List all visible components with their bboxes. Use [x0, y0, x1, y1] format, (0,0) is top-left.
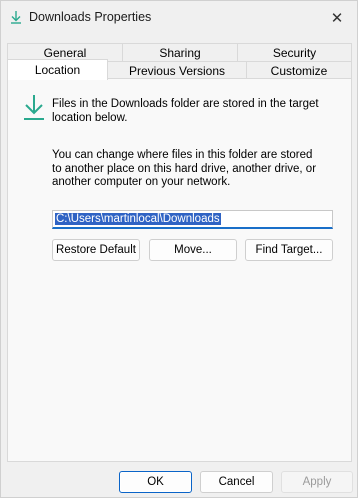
tab-security[interactable]: Security — [237, 43, 352, 62]
tab-sharing[interactable]: Sharing — [122, 43, 238, 62]
panel-background — [8, 79, 351, 461]
close-button[interactable]: ✕ — [323, 5, 351, 31]
download-arrow-icon — [24, 95, 44, 120]
apply-button[interactable]: Apply — [281, 471, 353, 493]
cancel-button[interactable]: Cancel — [200, 471, 273, 493]
tab-label: Location — [34, 63, 81, 77]
find-target-button[interactable]: Find Target... — [245, 239, 333, 261]
tab-label: Sharing — [159, 46, 201, 60]
download-arrow-icon — [11, 11, 21, 24]
button-label: Find Target... — [255, 244, 323, 256]
button-label: Move... — [174, 244, 212, 256]
close-icon: ✕ — [330, 10, 344, 27]
path-selected-text: C:\Users\martinlocal\Downloads — [55, 213, 221, 225]
move-description: You can change where files in this folde… — [52, 149, 317, 188]
tab-label: Customize — [270, 64, 328, 78]
ok-button[interactable]: OK — [119, 471, 192, 493]
target-path-input[interactable]: C:\Users\martinlocal\Downloads — [52, 210, 333, 229]
location-description: Files in the Downloads folder are stored… — [52, 98, 319, 124]
tab-label: Security — [272, 46, 317, 60]
properties-dialog: Downloads Properties ✕ General Sharing S… — [0, 0, 358, 498]
tab-location[interactable]: Location — [7, 59, 108, 80]
location-panel: Files in the Downloads folder are stored… — [7, 78, 352, 462]
button-label: Apply — [302, 476, 332, 488]
tab-label: Previous Versions — [128, 64, 226, 78]
window-title: Downloads Properties — [29, 10, 152, 24]
button-label: OK — [147, 476, 164, 488]
move-button[interactable]: Move... — [149, 239, 237, 261]
button-label: Restore Default — [56, 244, 136, 256]
restore-default-button[interactable]: Restore Default — [52, 239, 140, 261]
title-bar: Downloads Properties ✕ — [1, 1, 357, 35]
tab-label: General — [43, 46, 87, 60]
button-label: Cancel — [218, 476, 255, 488]
